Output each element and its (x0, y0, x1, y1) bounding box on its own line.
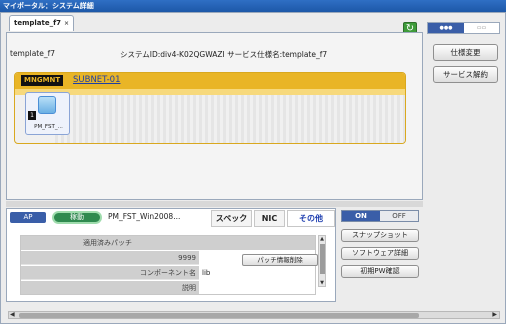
tab-other[interactable]: その他 (287, 210, 335, 227)
service-cancel-button[interactable]: サービス解約 (433, 66, 498, 83)
row-label: コンポーネント名 (21, 266, 199, 280)
row-label: 説明 (21, 281, 199, 294)
scroll-up-icon[interactable]: ▲ (319, 236, 325, 242)
tab-close-icon[interactable]: × (64, 16, 69, 31)
network-tag: MNGMNT (21, 75, 64, 86)
template-name: template_f7 (10, 49, 56, 58)
row-value (199, 281, 315, 294)
view-toggle-left[interactable]: ●●● (428, 23, 464, 33)
table-row: コンポーネント名 lib (21, 266, 315, 280)
window-titlebar: マイポータル：システム詳細 (0, 0, 506, 12)
window-title: マイポータル：システム詳細 (3, 2, 94, 10)
row-label: 9999 (21, 251, 199, 265)
initial-pw-button[interactable]: 初期PW確認 (341, 265, 419, 278)
software-detail-button[interactable]: ソフトウェア詳細 (341, 247, 419, 260)
diagram-scrollbar[interactable] (6, 201, 423, 207)
ap-badge: AP (10, 212, 46, 223)
power-toggle[interactable]: ON OFF (341, 210, 419, 222)
tab-template[interactable]: template_f7 × (9, 15, 74, 31)
system-id-line: システムID:div4-K02QGWAZI サービス仕様名:template_f… (120, 50, 328, 59)
network-header: MNGMNT SUBNET-01 (15, 73, 405, 89)
table-row: 適用済みパッチ (21, 236, 315, 250)
scroll-right-icon[interactable]: ▶ (492, 311, 497, 318)
scroll-thumb[interactable] (320, 244, 325, 274)
tab-spec[interactable]: スペック (211, 210, 252, 227)
scroll-down-icon[interactable]: ▼ (319, 280, 325, 286)
row-label: 適用済みパッチ (21, 236, 315, 250)
subnet-link[interactable]: SUBNET-01 (73, 74, 120, 87)
row-value: lib (202, 269, 211, 277)
power-off[interactable]: OFF (380, 211, 418, 221)
patch-delete-button[interactable]: パッチ情報削除 (242, 254, 318, 266)
server-icon (38, 96, 56, 114)
power-on[interactable]: ON (342, 211, 380, 221)
snapshot-button[interactable]: スナップショット (341, 229, 419, 242)
server-index: 1 (28, 111, 36, 120)
status-badge: 稼動 (52, 211, 102, 224)
tab-nic[interactable]: NIC (254, 210, 285, 227)
tab-label: template_f7 (14, 19, 62, 27)
view-toggle[interactable]: ●●● ▭▭ (427, 22, 500, 34)
scroll-left-icon[interactable]: ◀ (10, 311, 15, 318)
detail-server-name: PM_FST_Win2008... (108, 212, 181, 221)
server-node[interactable]: 1 PM_FST_... (25, 92, 70, 135)
view-toggle-right[interactable]: ▭▭ (464, 23, 499, 33)
network-segment: MNGMNT SUBNET-01 (14, 72, 406, 144)
spec-change-button[interactable]: 仕様変更 (433, 44, 498, 61)
scroll-thumb[interactable] (19, 313, 419, 318)
table-row: 説明 (21, 281, 315, 294)
network-body (55, 95, 405, 143)
detail-scrollbar[interactable]: ▲ ▼ (318, 235, 326, 287)
main-horizontal-scrollbar[interactable]: ◀ ▶ (8, 311, 500, 319)
server-label: PM_FST_... (34, 124, 63, 130)
